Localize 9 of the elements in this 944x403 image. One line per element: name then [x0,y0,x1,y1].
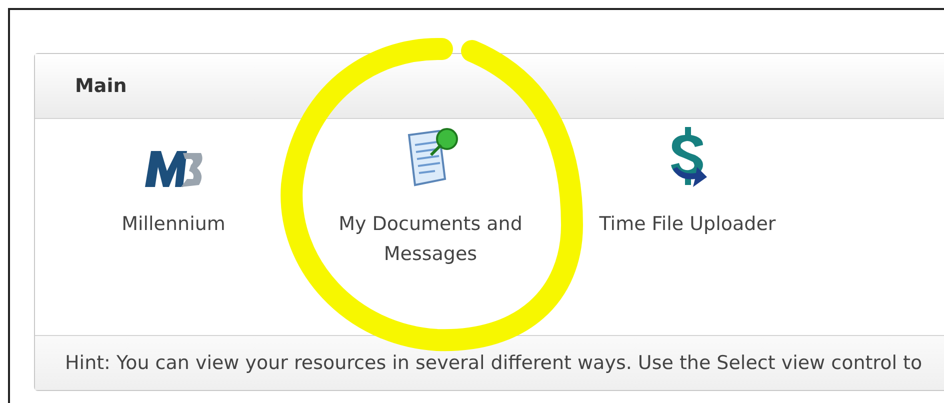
m3-logo-icon [142,149,204,189]
tile-label: Millennium [122,212,226,237]
tile-label: My Documents and Messages [338,212,524,267]
resource-tile[interactable]: Time File Uploader [599,125,776,239]
hint-text: Hint: You can view your resources in several different ways. Use the Select view control to [65,350,922,376]
panel-title: Main [75,74,127,99]
resource-tile[interactable]: Millennium [122,125,226,239]
resource-tile[interactable]: My Documents and Messages [330,125,530,269]
tile-label: Time File Uploader [599,212,776,237]
